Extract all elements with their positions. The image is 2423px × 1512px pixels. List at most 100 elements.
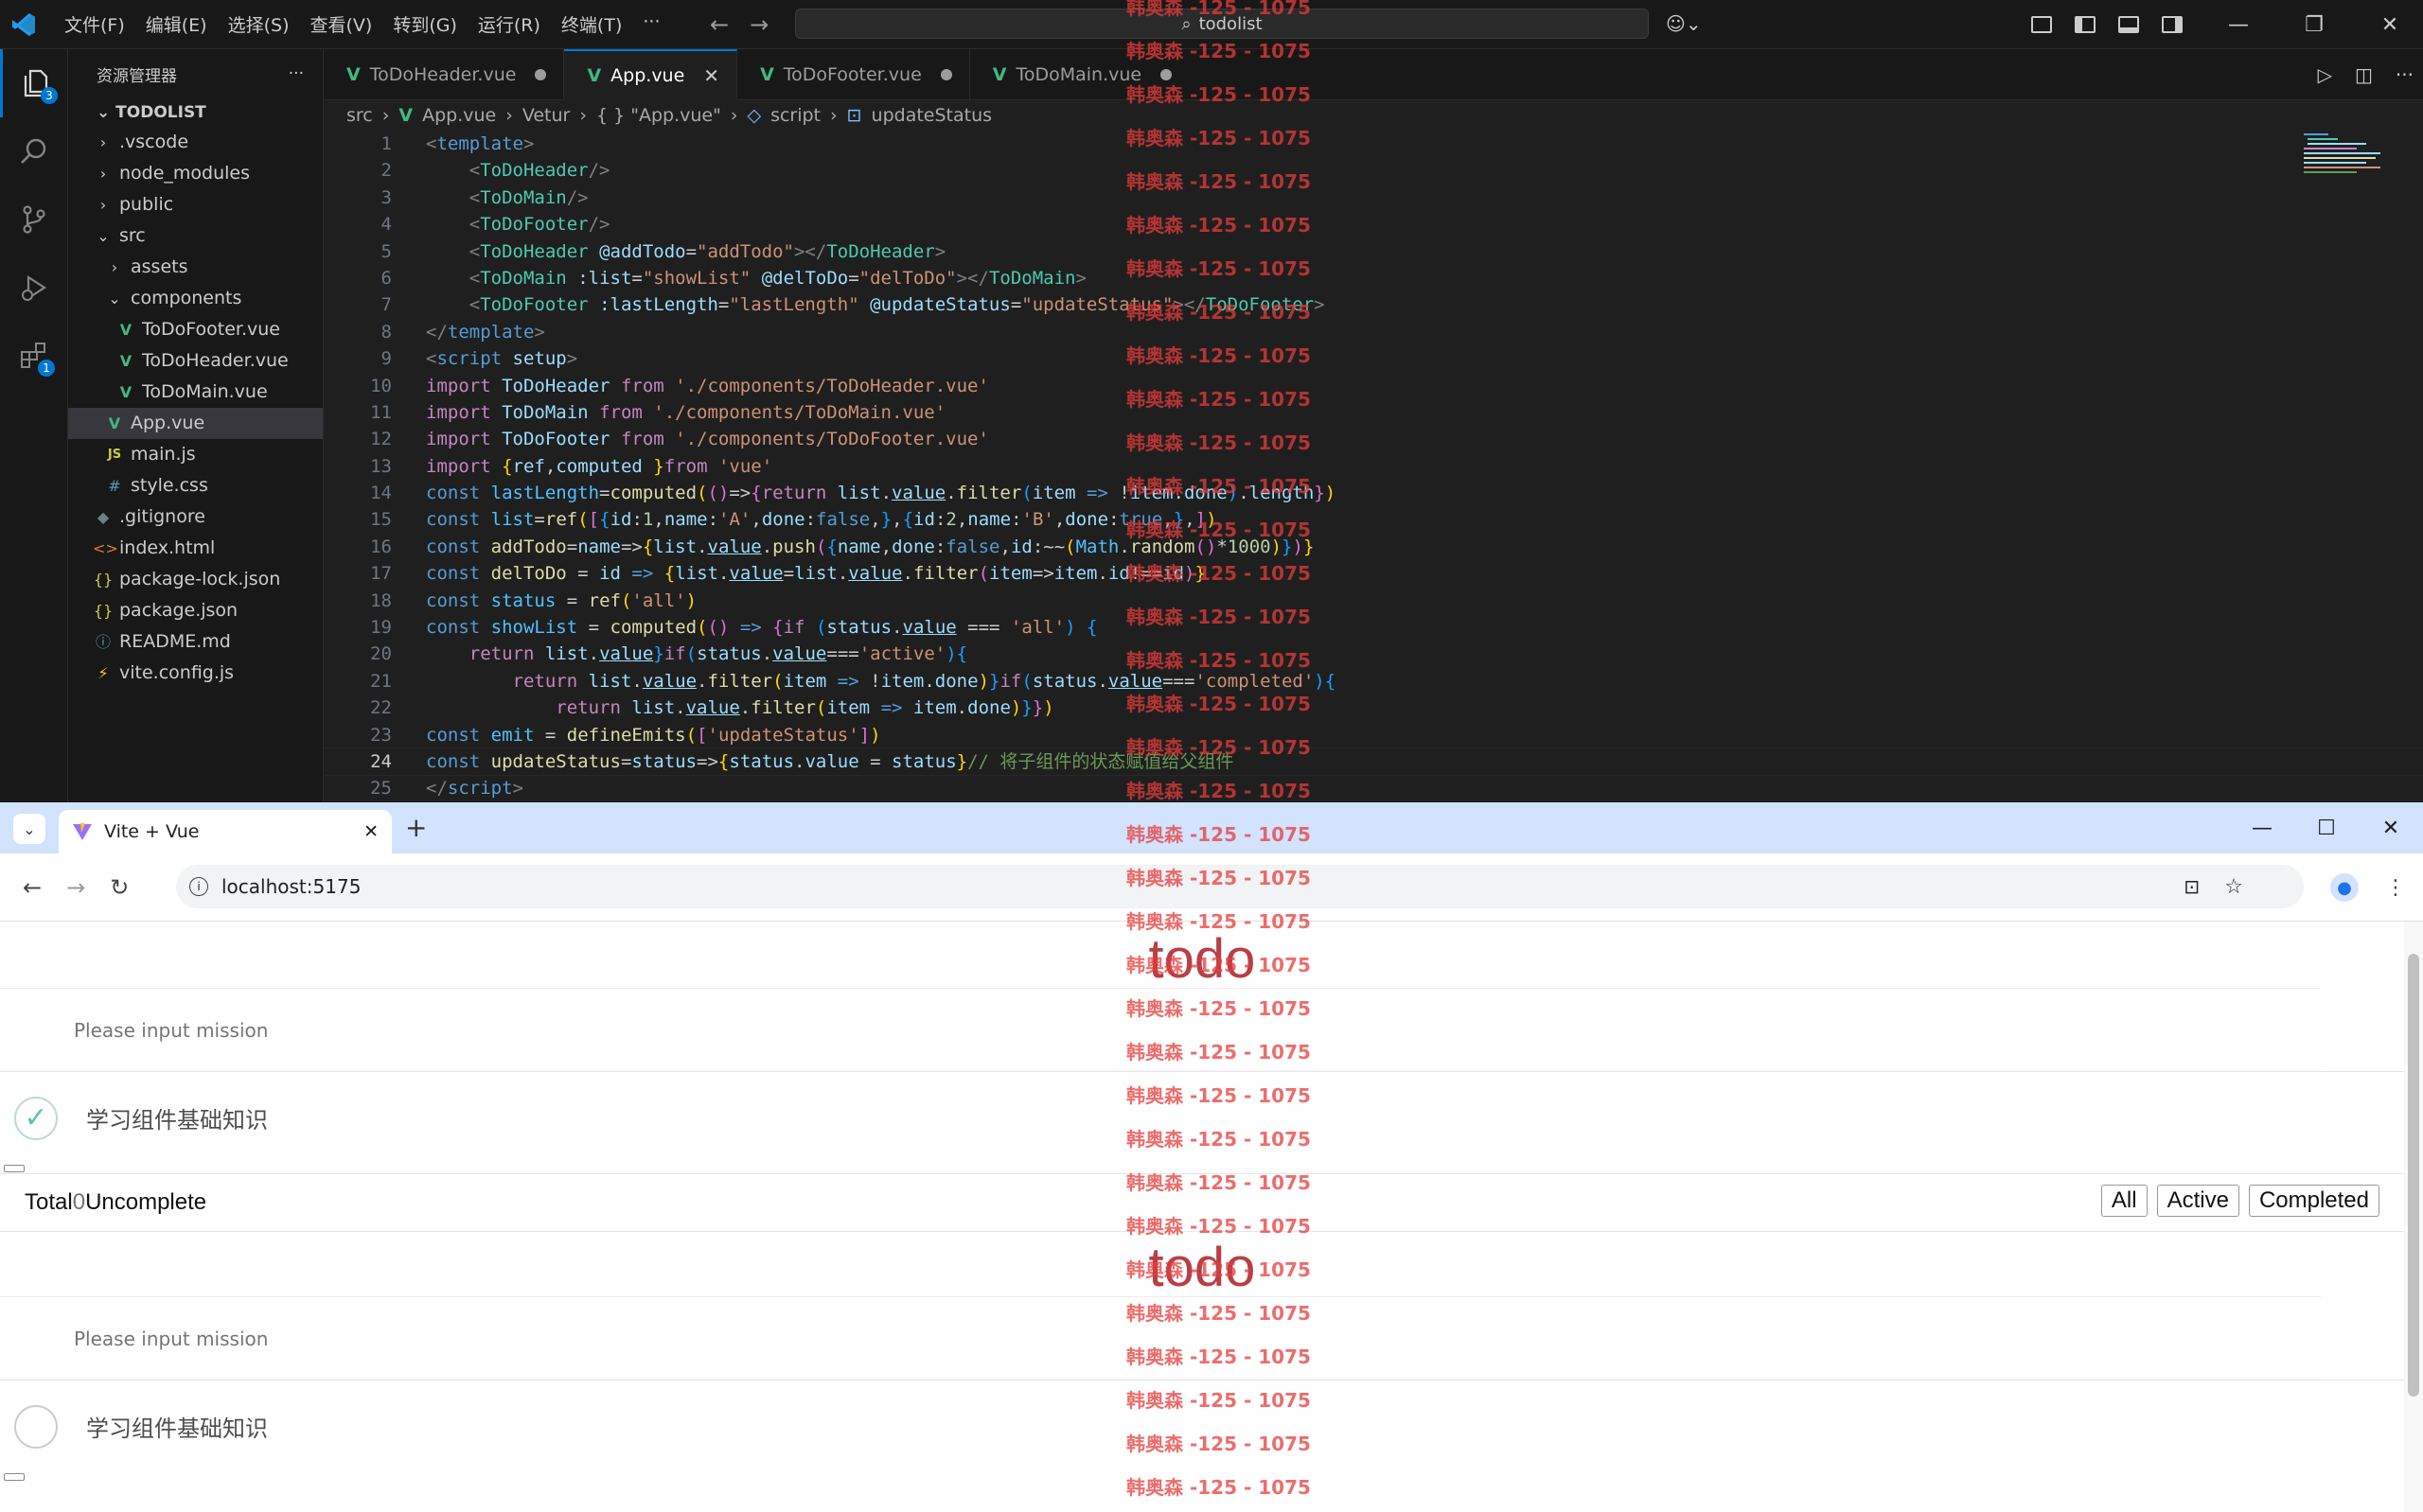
tab-search-icon[interactable]: ⌄ xyxy=(13,814,45,844)
breadcrumb-src[interactable]: src xyxy=(346,105,373,126)
minimap[interactable] xyxy=(2300,131,2385,178)
breadcrumb-file[interactable]: App.vue xyxy=(422,105,496,126)
command-center-search[interactable]: ⌕ todolist xyxy=(795,9,1649,39)
tree-item[interactable]: › public xyxy=(68,189,323,220)
tree-item[interactable]: <> index.html xyxy=(68,533,323,564)
vscode-window: 文件(F) 编辑(E) 选择(S) 查看(V) 转到(G) 运行(R) 终端(T… xyxy=(0,0,2423,802)
tree-item[interactable]: V ToDoFooter.vue xyxy=(68,314,323,345)
explorer-title: 资源管理器 xyxy=(97,66,177,86)
chevron-icon: ⌄ xyxy=(97,227,110,245)
close-icon[interactable]: ✕ xyxy=(2357,13,2423,37)
line-number: 6 xyxy=(380,267,392,289)
profile-avatar-icon[interactable]: ● xyxy=(2330,873,2359,902)
breadcrumb-script[interactable]: script xyxy=(770,105,821,126)
tree-item[interactable]: {} package-lock.json xyxy=(68,564,323,595)
browser-window-controls: — ☐ ✕ xyxy=(2230,802,2423,853)
source-control-icon[interactable] xyxy=(0,185,68,254)
restore-icon[interactable]: ❐ xyxy=(2281,13,2347,37)
close-icon[interactable]: ✕ xyxy=(2359,817,2423,840)
tree-item[interactable]: ⓘ README.md xyxy=(68,626,323,658)
menu-go[interactable]: 转到(G) xyxy=(385,6,465,43)
address-bar[interactable]: i localhost:5175 ⊡ ☆ xyxy=(176,865,2304,908)
tab-app[interactable]: V App.vue ✕ xyxy=(564,49,738,100)
new-todo-input[interactable]: Please input mission xyxy=(0,1296,2321,1380)
forward-arrow-icon[interactable]: → xyxy=(750,11,769,38)
reload-icon[interactable]: ↻ xyxy=(110,874,129,901)
copilot-icon[interactable]: ☺⌄ xyxy=(1666,12,1702,35)
tree-item-label: ToDoFooter.vue xyxy=(142,319,280,340)
tree-item[interactable]: ⌄ components xyxy=(68,283,323,314)
tree-item[interactable]: ⌄ src xyxy=(68,220,323,252)
back-arrow-icon[interactable]: ← xyxy=(23,874,42,901)
menu-run[interactable]: 运行(R) xyxy=(470,6,548,43)
tab-todomain[interactable]: V ToDoMain.vue xyxy=(970,49,1189,100)
toggle-panel-icon[interactable] xyxy=(2118,16,2139,33)
tree-item[interactable]: {} package.json xyxy=(68,595,323,626)
tree-item[interactable]: ⚡ vite.config.js xyxy=(68,658,323,689)
new-todo-input[interactable]: Please input mission xyxy=(0,988,2321,1071)
split-editor-icon[interactable]: ◫ xyxy=(2355,63,2373,86)
page-scrollbar-thumb[interactable] xyxy=(2408,954,2419,1397)
todo-checkbox[interactable]: ✓ xyxy=(14,1096,58,1140)
breadcrumb-symbol[interactable]: updateStatus xyxy=(872,105,993,126)
tab-todoheader[interactable]: V ToDoHeader.vue xyxy=(324,49,565,100)
todo-toggle-box[interactable] xyxy=(4,1473,25,1481)
explorer-icon[interactable]: 3 xyxy=(0,49,68,117)
breadcrumb: src › V App.vue › Vetur › { } "App.vue" › ◇ … xyxy=(346,105,993,126)
tree-item[interactable]: JS main.js xyxy=(68,439,323,470)
site-info-icon[interactable]: i xyxy=(189,877,208,896)
more-actions-icon[interactable]: ··· xyxy=(289,64,304,83)
new-tab-icon[interactable]: + xyxy=(405,812,427,843)
tree-item[interactable]: V ToDoHeader.vue xyxy=(68,345,323,377)
menu-view[interactable]: 查看(V) xyxy=(303,6,380,43)
todo-checkbox[interactable] xyxy=(14,1404,58,1449)
run-debug-icon[interactable] xyxy=(0,254,68,322)
breadcrumb-vetur[interactable]: Vetur xyxy=(522,105,571,126)
tree-item[interactable]: V App.vue xyxy=(68,408,323,439)
toggle-secondary-sidebar-icon[interactable] xyxy=(2162,16,2183,33)
code-editor[interactable]: 1 <template> 2 <ToDoHeader/> 3 <ToDoMain/… xyxy=(324,131,2423,802)
tree-item[interactable]: › node_modules xyxy=(68,158,323,189)
tree-item-label: src xyxy=(119,225,146,246)
filter-active-button[interactable]: Active xyxy=(2156,1185,2239,1217)
more-icon[interactable]: ··· xyxy=(2396,63,2414,86)
browser-menu-icon[interactable]: ⋮ xyxy=(2385,876,2406,900)
back-arrow-icon[interactable]: ← xyxy=(710,11,729,38)
translate-icon[interactable]: ⊡ xyxy=(2184,875,2200,898)
close-tab-icon[interactable]: ✕ xyxy=(363,821,379,842)
todo-toggle-box[interactable] xyxy=(4,1165,25,1172)
tab-todofooter[interactable]: V ToDoFooter.vue xyxy=(737,49,970,100)
tree-root[interactable]: ⌄ TODOLIST xyxy=(68,98,323,127)
menu-edit[interactable]: 编辑(E) xyxy=(138,6,215,43)
filter-all-button[interactable]: All xyxy=(2100,1185,2148,1217)
menu-file[interactable]: 文件(F) xyxy=(57,6,133,43)
file-type-icon: V xyxy=(119,321,133,339)
minimize-icon[interactable]: — xyxy=(2205,13,2272,37)
bookmark-star-icon[interactable]: ☆ xyxy=(2224,875,2243,899)
vue-file-icon: V xyxy=(587,65,602,86)
tree-item-label: ToDoMain.vue xyxy=(142,381,268,402)
tree-item[interactable]: › .vscode xyxy=(68,127,323,158)
browser-toolbar: ← → ↻ i localhost:5175 ⊡ ☆ ● ⋮ xyxy=(0,853,2423,922)
tree-item[interactable]: › assets xyxy=(68,252,323,283)
tree-item[interactable]: ◆ .gitignore xyxy=(68,501,323,533)
tree-item-label: index.html xyxy=(119,537,216,558)
run-icon[interactable]: ▷ xyxy=(2318,63,2332,86)
menu-terminal[interactable]: 终端(T) xyxy=(554,6,629,43)
filter-completed-button[interactable]: Completed xyxy=(2248,1185,2379,1217)
minimize-icon[interactable]: — xyxy=(2230,817,2294,840)
menu-more[interactable]: ··· xyxy=(635,6,667,43)
breadcrumb-module[interactable]: { } "App.vue" xyxy=(596,105,721,126)
search-icon[interactable] xyxy=(0,117,68,185)
tree-item[interactable]: V ToDoMain.vue xyxy=(68,377,323,408)
code-line: const status = ref('all') xyxy=(426,589,698,611)
tree-item[interactable]: # style.css xyxy=(68,470,323,501)
menu-selection[interactable]: 选择(S) xyxy=(221,6,297,43)
maximize-icon[interactable]: ☐ xyxy=(2294,817,2359,840)
close-tab-icon[interactable]: ✕ xyxy=(703,64,719,87)
toggle-primary-sidebar-icon[interactable] xyxy=(2075,16,2096,33)
extensions-icon[interactable]: 1 xyxy=(0,322,68,390)
customize-layout-icon[interactable] xyxy=(2031,16,2052,33)
forward-arrow-icon[interactable]: → xyxy=(66,874,85,901)
browser-tab[interactable]: Vite + Vue ✕ xyxy=(59,810,392,853)
